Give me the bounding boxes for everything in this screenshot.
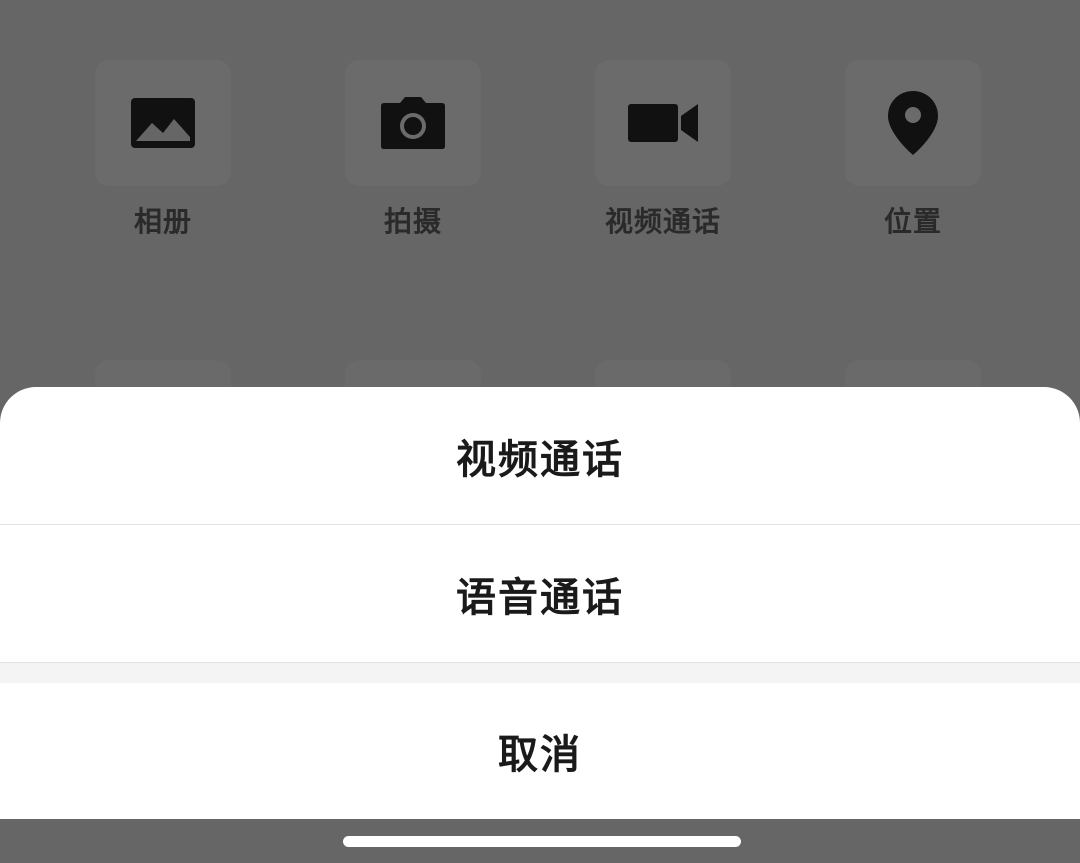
panel-item-location-label: 位置 — [883, 205, 942, 238]
photo-album-icon — [130, 97, 196, 149]
home-indicator[interactable] — [343, 836, 741, 847]
panel-tile-placeholder — [345, 360, 481, 390]
cancel-button[interactable]: 取消 — [0, 683, 1080, 819]
location-pin-icon — [887, 90, 939, 156]
sheet-section-gap — [0, 663, 1080, 683]
panel-item-camera-tile — [345, 60, 481, 186]
panel-tile-placeholder — [595, 360, 731, 390]
video-camera-icon — [627, 102, 699, 144]
panel-item-camera-label: 拍摄 — [383, 205, 442, 238]
panel-tile-placeholder — [845, 360, 981, 390]
panel-item-album-tile — [95, 60, 231, 186]
video-call-option-label: 视频通话 — [456, 436, 624, 483]
panel-item-album-label: 相册 — [133, 205, 192, 238]
panel-item-video-call[interactable]: 视频通话 — [563, 60, 763, 240]
panel-item-location[interactable]: 位置 — [813, 60, 1013, 240]
panel-item-video-call-label: 视频通话 — [604, 205, 721, 238]
panel-item-location-tile — [845, 60, 981, 186]
voice-call-option[interactable]: 语音通话 — [0, 525, 1080, 662]
cancel-button-label: 取消 — [498, 732, 582, 778]
panel-item-camera[interactable]: 拍摄 — [313, 60, 513, 240]
video-call-option[interactable]: 视频通话 — [0, 387, 1080, 524]
panel-item-album[interactable]: 相册 — [63, 60, 263, 240]
panel-item-video-call-tile — [595, 60, 731, 186]
panel-tile-placeholder — [95, 360, 231, 390]
call-action-sheet: 视频通话 语音通话 取消 — [0, 387, 1080, 819]
screen: 相册 拍摄 视频通话 位置 视频通话 语音通话 取消 — [0, 0, 1080, 863]
camera-icon — [380, 97, 446, 149]
voice-call-option-label: 语音通话 — [456, 574, 624, 621]
